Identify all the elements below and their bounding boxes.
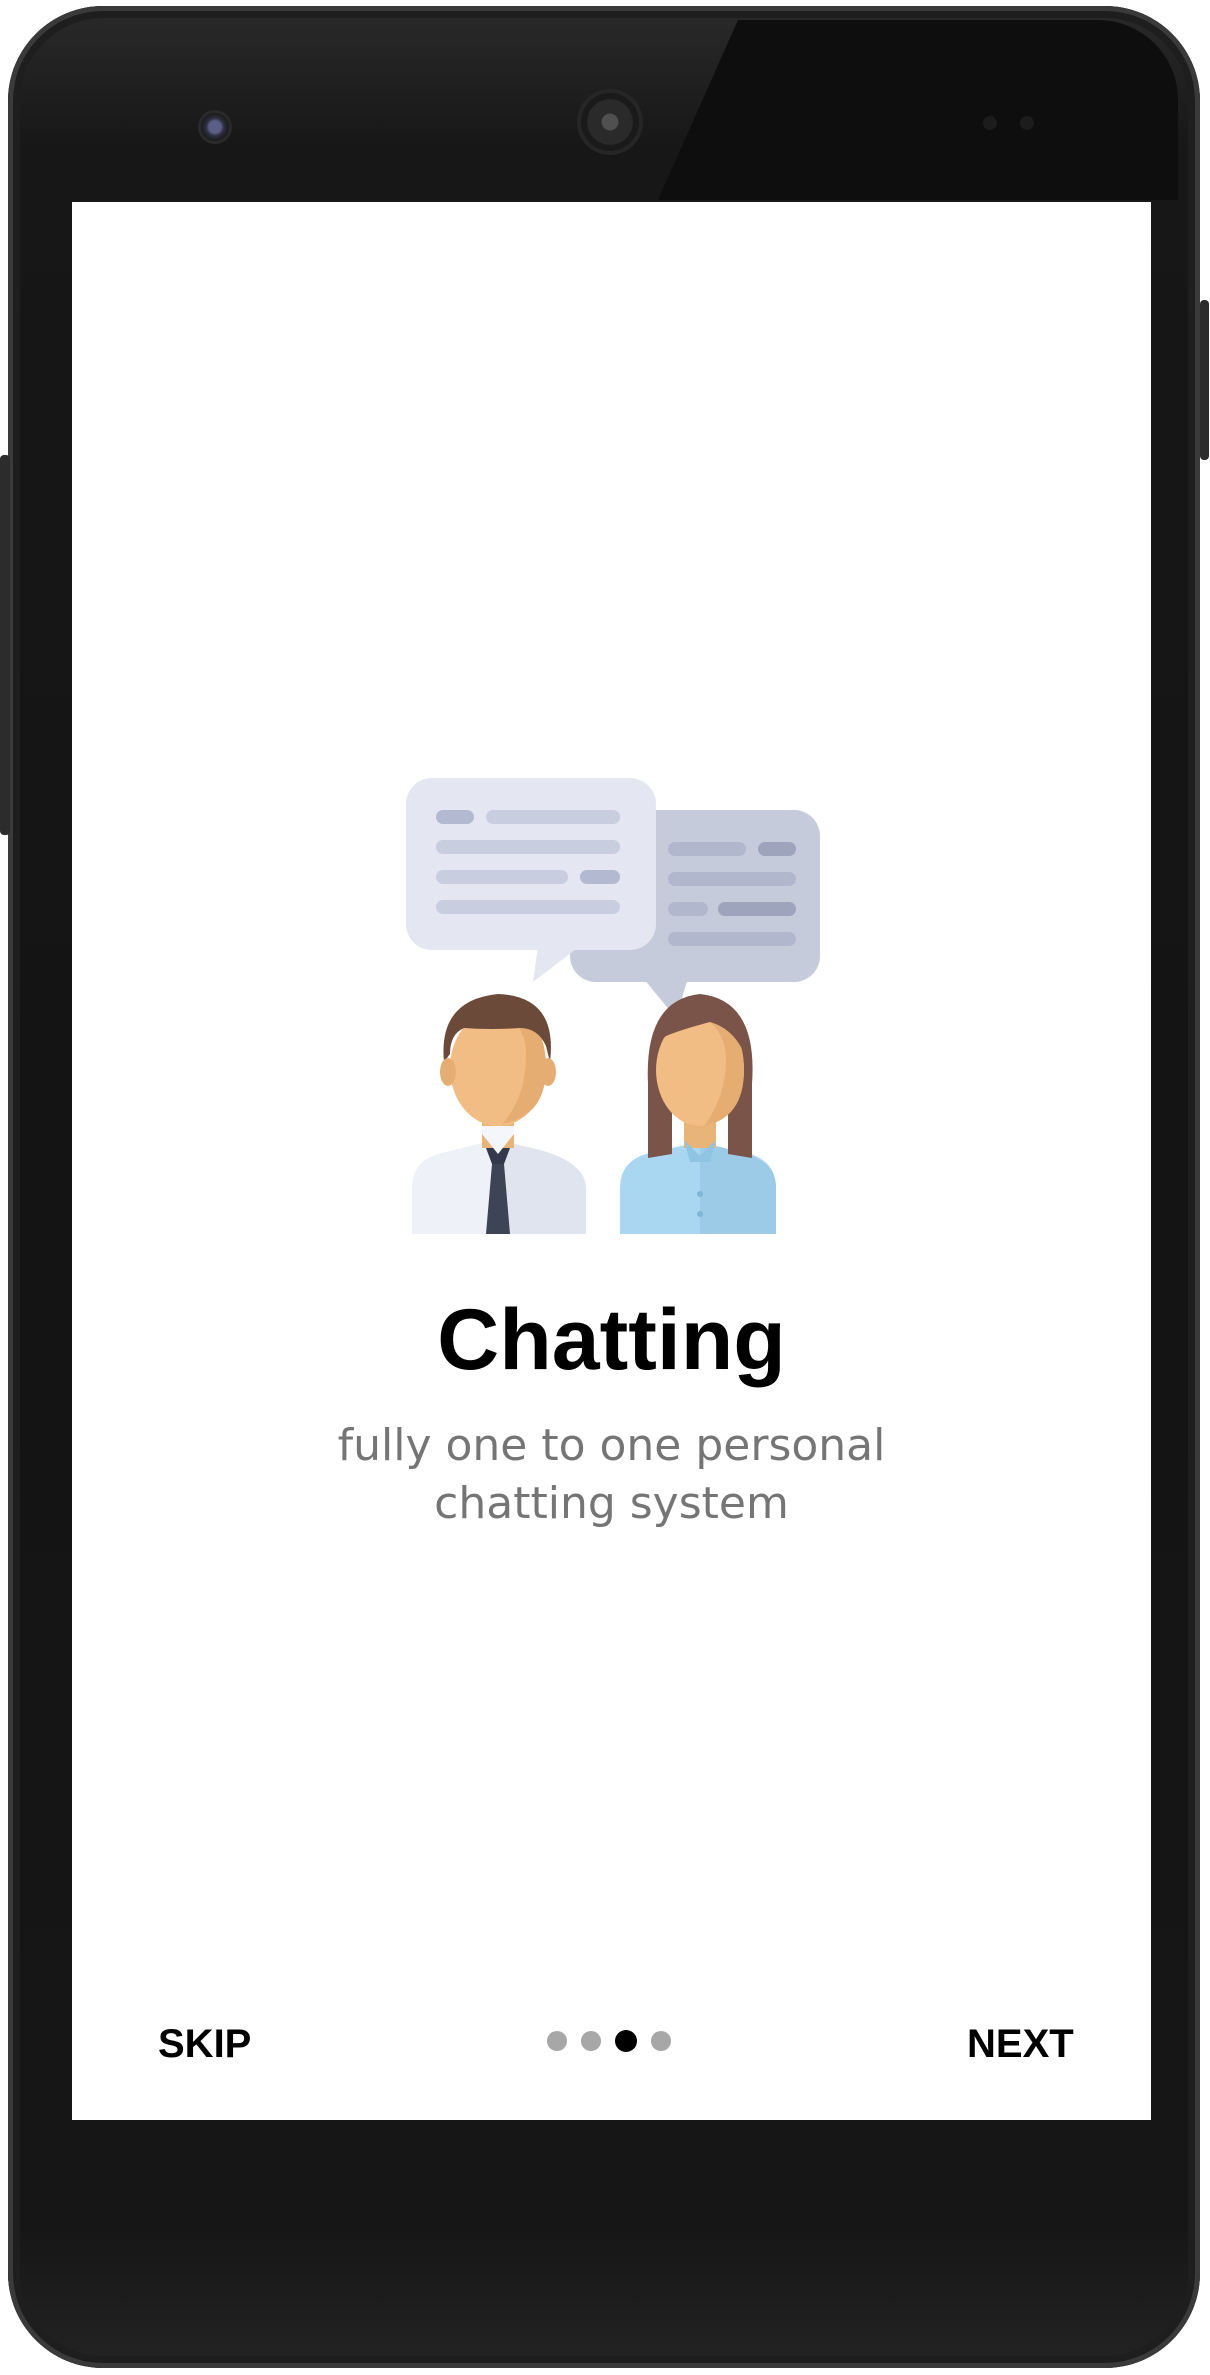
next-button[interactable]: NEXT [967, 2024, 1074, 2064]
light-sensor [1020, 116, 1034, 130]
page-subtitle: fully one to one personal chatting syste… [337, 1420, 886, 1529]
proximity-sensor [983, 116, 997, 130]
page-dot[interactable] [651, 2031, 671, 2051]
two-people-chat-icon [406, 778, 820, 1234]
page-dot-active[interactable] [615, 2030, 637, 2052]
frame-glare [658, 20, 1178, 200]
page-title: Chatting [437, 1292, 786, 1388]
man-avatar-icon [412, 994, 586, 1234]
onboarding-screen: Chatting fully one to one personal chatt… [72, 202, 1151, 2120]
front-camera-icon [201, 113, 229, 141]
page-dot[interactable] [547, 2031, 567, 2051]
page-indicator [547, 2030, 671, 2052]
earpiece-speaker-icon [581, 93, 639, 151]
volume-button [0, 455, 10, 835]
skip-button[interactable]: SKIP [158, 2024, 251, 2064]
woman-avatar-icon [620, 994, 776, 1234]
phone-frame: Chatting fully one to one personal chatt… [8, 6, 1200, 2368]
power-button [1200, 300, 1209, 460]
page-dot[interactable] [581, 2031, 601, 2051]
